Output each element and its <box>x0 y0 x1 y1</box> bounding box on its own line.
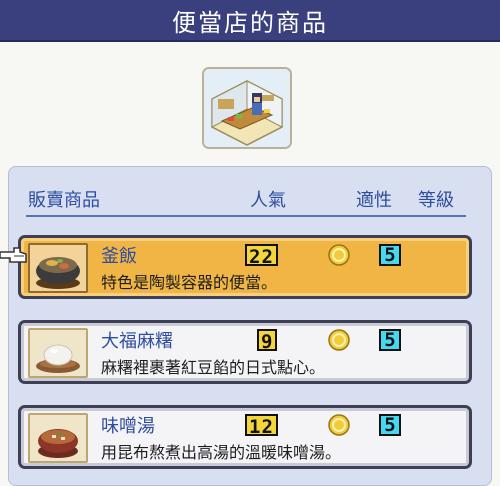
item-name: 味噌湯 <box>101 416 155 437</box>
item-name: 釜飯 <box>101 246 137 267</box>
list-item-miso-soup[interactable]: 味噌湯 12 5 用昆布熬煮出高湯的溫暖味噌湯。 <box>18 405 472 469</box>
miso-soup-icon <box>28 413 88 463</box>
popularity-value: 22 <box>245 244 278 268</box>
suitability-circle-icon <box>328 329 350 351</box>
list-item-kamameshi[interactable]: 釜飯 22 5 特色是陶製容器的便當。 <box>18 235 472 299</box>
kamameshi-icon <box>28 243 88 293</box>
daifuku-icon <box>28 328 88 378</box>
column-header-grade: 等級 <box>418 190 454 211</box>
hand-pointer-icon <box>0 247 27 263</box>
suitability-circle-icon <box>328 244 350 266</box>
item-description: 麻糬裡裹著紅豆餡的日式點心。 <box>101 358 326 377</box>
grade-value: 5 <box>379 414 401 436</box>
header-divider <box>26 215 466 217</box>
grade-value: 5 <box>379 329 401 351</box>
column-header-popularity: 人氣 <box>250 190 286 211</box>
title-bar: 便當店的商品 <box>0 0 500 42</box>
column-header-suitability: 適性 <box>356 190 392 211</box>
popularity-value: 12 <box>245 414 278 438</box>
bento-shop-icon <box>202 67 292 149</box>
page-title: 便當店的商品 <box>172 8 328 37</box>
grade-value: 5 <box>379 244 401 266</box>
item-description: 特色是陶製容器的便當。 <box>101 273 278 292</box>
column-header-item: 販賣商品 <box>28 190 100 211</box>
item-name: 大福麻糬 <box>101 331 173 352</box>
item-description: 用昆布熬煮出高湯的溫暖味噌湯。 <box>101 443 342 462</box>
suitability-circle-icon <box>328 414 350 436</box>
popularity-value: 9 <box>257 329 278 353</box>
list-item-daifuku[interactable]: 大福麻糬 9 5 麻糬裡裹著紅豆餡的日式點心。 <box>18 320 472 384</box>
